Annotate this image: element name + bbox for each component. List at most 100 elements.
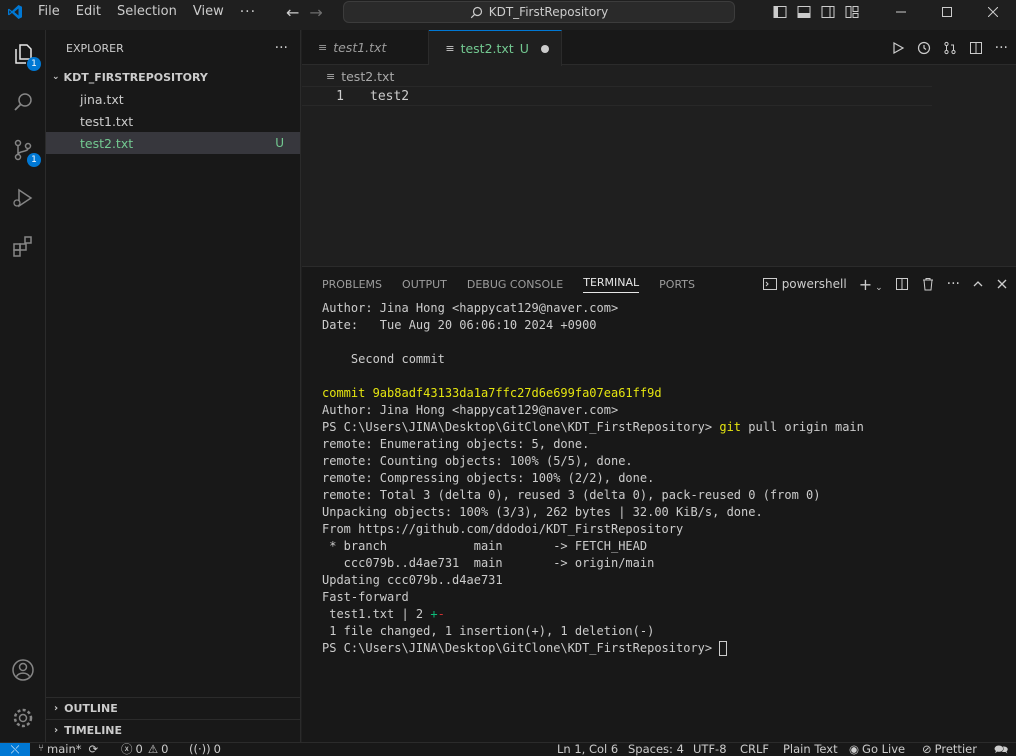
editor-tabs: ≡ test1.txt ≡ test2.txt U ···	[302, 30, 1016, 66]
terminal-line: * branch main -> FETCH_HEAD	[322, 539, 648, 553]
terminal-shell-selector[interactable]: powershell	[762, 277, 847, 291]
feedback-icon: 🗪	[994, 742, 1009, 756]
terminal-line: Unpacking objects: 100% (3/3), 262 bytes…	[322, 505, 763, 519]
editor-line[interactable]: 1 test2	[302, 86, 932, 106]
back-arrow-icon[interactable]: ←	[286, 3, 299, 22]
terminal-line: Author: Jina Hong <happycat129@naver.com…	[322, 301, 619, 315]
cursor-position[interactable]: Ln 1, Col 6	[557, 742, 618, 756]
explorer-more-button[interactable]: ···	[275, 40, 288, 56]
editor-more-button[interactable]: ···	[995, 40, 1008, 56]
ports-indicator[interactable]: ((·)) 0	[189, 742, 221, 756]
activity-bar: 1 1	[0, 30, 46, 742]
menu-file[interactable]: File	[30, 0, 68, 24]
file-lines-icon: ≡	[445, 42, 455, 55]
split-editor-icon[interactable]	[969, 41, 983, 55]
vscode-logo-icon	[0, 0, 30, 24]
command-center-search[interactable]: KDT_FirstRepository	[343, 1, 735, 23]
close-window-button[interactable]	[970, 0, 1016, 24]
toggle-primary-sidebar-icon[interactable]	[772, 4, 788, 20]
terminal-prompt-line: PS C:\Users\JINA\Desktop\GitClone\KDT_Fi…	[322, 640, 1002, 657]
chevron-right-icon: ›	[54, 703, 59, 714]
breadcrumb[interactable]: ≡ test2.txt	[302, 66, 394, 86]
ports-count: 0	[213, 742, 221, 756]
encoding[interactable]: UTF-8	[693, 742, 727, 756]
unsaved-dot-icon[interactable]	[540, 44, 549, 53]
run-icon[interactable]	[891, 41, 905, 55]
menu-view[interactable]: View	[185, 0, 232, 24]
timeline-history-icon[interactable]	[917, 41, 931, 55]
timeline-section[interactable]: › TIMELINE	[46, 719, 301, 741]
menu-edit[interactable]: Edit	[68, 0, 109, 24]
problems-indicator[interactable]: ⓧ 0 ⚠ 0	[121, 742, 168, 756]
accounts-activity[interactable]	[9, 656, 37, 684]
position-label: Ln 1, Col 6	[557, 742, 619, 756]
search-activity[interactable]	[9, 88, 37, 116]
tab-terminal[interactable]: TERMINAL	[575, 267, 647, 301]
menu-selection[interactable]: Selection	[109, 0, 185, 24]
branch-indicator[interactable]: ⑂ main* ⟳	[38, 742, 98, 756]
source-control-activity[interactable]: 1	[9, 136, 41, 167]
line-ending[interactable]: CRLF	[740, 742, 769, 756]
sync-icon[interactable]: ⟳	[88, 742, 98, 756]
outline-section[interactable]: › OUTLINE	[46, 697, 301, 719]
tab-label: DEBUG CONSOLE	[466, 277, 564, 291]
manage-activity[interactable]	[9, 704, 37, 732]
close-panel-icon[interactable]	[996, 278, 1008, 290]
diffstat-minus: -	[437, 607, 445, 621]
terminal-output[interactable]: Author: Jina Hong <happycat129@naver.com…	[322, 300, 1002, 657]
tab-debug-console[interactable]: DEBUG CONSOLE	[459, 267, 571, 301]
split-terminal-icon[interactable]	[895, 277, 909, 291]
file-item-jina[interactable]: jina.txt	[46, 88, 300, 110]
tab-output[interactable]: OUTPUT	[394, 267, 455, 301]
run-debug-activity[interactable]	[9, 184, 37, 212]
line-number: 1	[336, 88, 344, 104]
workspace-folder[interactable]: ⌄ KDT_FIRSTREPOSITORY	[46, 66, 300, 88]
file-lines-icon: ≡	[318, 41, 328, 54]
prettier-button[interactable]: ⊘ Prettier	[922, 742, 977, 756]
toggle-panel-icon[interactable]	[796, 4, 812, 20]
explorer-activity[interactable]: 1	[9, 40, 41, 71]
titlebar-right	[772, 0, 1016, 24]
maximize-button[interactable]	[924, 0, 970, 24]
terminal-line: remote: Counting objects: 100% (5/5), do…	[322, 454, 633, 468]
customize-layout-icon[interactable]	[844, 4, 860, 20]
remote-icon: ⤬	[10, 743, 20, 756]
menu-more-button[interactable]: ···	[232, 4, 264, 20]
tab-ports[interactable]: PORTS	[651, 267, 703, 301]
terminal-diffstat-line: test1.txt | 2 +-	[322, 606, 1002, 623]
maximize-icon	[942, 7, 952, 17]
broadcast-icon: ((·))	[189, 742, 211, 756]
search-icon	[14, 93, 32, 111]
remote-indicator[interactable]: ⤬	[0, 743, 30, 756]
forward-arrow-icon[interactable]: →	[309, 3, 322, 22]
minimize-button[interactable]	[878, 0, 924, 24]
terminal-line: Date: Tue Aug 20 06:06:10 2024 +0900	[322, 318, 597, 332]
tab-test1[interactable]: ≡ test1.txt	[302, 30, 430, 65]
panel-more-button[interactable]: ···	[947, 276, 960, 292]
menu-bar: File Edit Selection View ···	[30, 0, 264, 24]
notifications-button[interactable]: 🗪	[994, 742, 1008, 756]
bottom-panel: PROBLEMS OUTPUT DEBUG CONSOLE TERMINAL P…	[302, 266, 1016, 742]
trash-icon[interactable]	[921, 277, 935, 291]
tab-problems[interactable]: PROBLEMS	[314, 267, 390, 301]
extensions-activity[interactable]	[9, 232, 37, 260]
go-live-button[interactable]: ◉ Go Live	[849, 742, 905, 756]
language-mode[interactable]: Plain Text	[783, 742, 838, 756]
file-item-test2[interactable]: test2.txt U	[46, 132, 300, 154]
open-changes-icon[interactable]	[943, 41, 957, 55]
eol-label: CRLF	[740, 742, 770, 756]
terminal-icon	[762, 278, 777, 290]
minimize-icon	[896, 11, 906, 13]
spaces-label: Spaces: 4	[628, 742, 684, 756]
broadcast-icon: ◉	[849, 742, 860, 756]
navigation-arrows: ← →	[286, 0, 323, 24]
indentation[interactable]: Spaces: 4	[628, 742, 684, 756]
gear-icon	[13, 708, 33, 728]
account-icon	[12, 659, 34, 681]
warning-count: 0	[161, 742, 169, 756]
tab-test2[interactable]: ≡ test2.txt U	[429, 30, 562, 66]
maximize-panel-icon[interactable]	[972, 278, 984, 290]
file-item-test1[interactable]: test1.txt	[46, 110, 300, 132]
toggle-secondary-sidebar-icon[interactable]	[820, 4, 836, 20]
new-terminal-button[interactable]: + ⌄	[859, 275, 883, 294]
